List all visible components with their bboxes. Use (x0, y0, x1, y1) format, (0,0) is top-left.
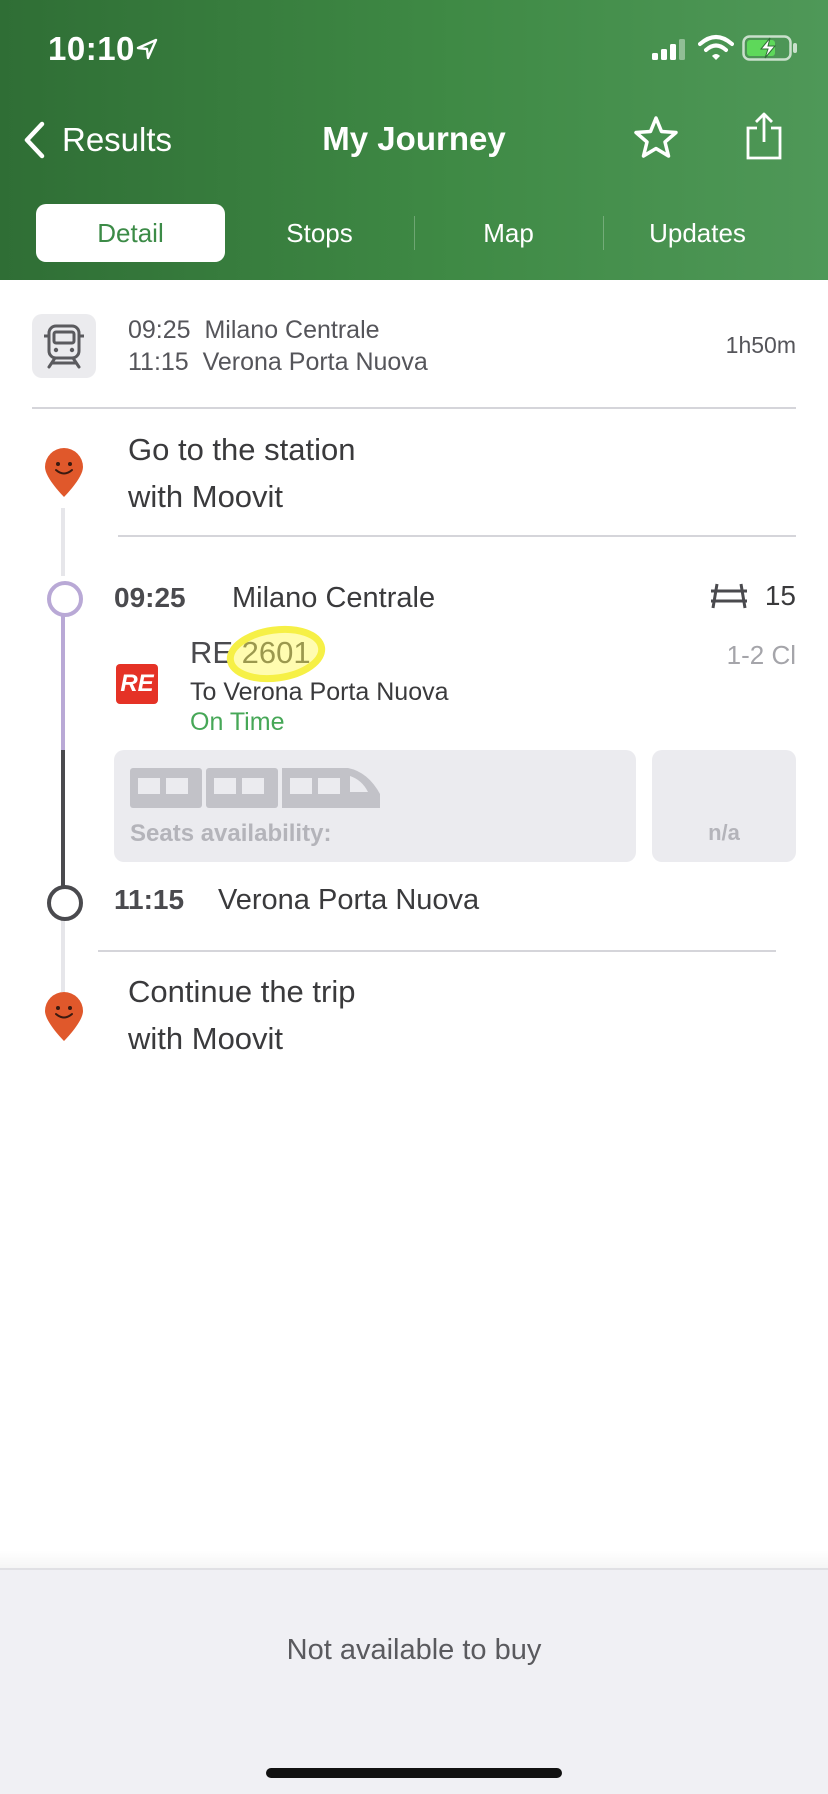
divider (32, 407, 796, 409)
tab-detail-label: Detail (97, 217, 164, 248)
departure-stop-marker (47, 581, 83, 617)
nav-bar: Results My Journey (0, 100, 828, 180)
platform-info: 15 (709, 580, 796, 612)
platform-number: 15 (764, 580, 796, 611)
tab-stops[interactable]: Stops (225, 204, 414, 262)
seats-availability-value: n/a (708, 820, 740, 845)
train-direction: To Verona Porta Nuova (190, 678, 449, 706)
summary-arrival: 11:15 Verona Porta Nuova (128, 348, 428, 376)
seats-value-card: n/a (652, 750, 796, 862)
summary-duration: 1h50m (725, 332, 796, 358)
page-title: My Journey (322, 120, 506, 157)
train-carriages-icon (130, 768, 380, 808)
timeline-walk-line (61, 508, 65, 576)
arrival-stop-marker (47, 885, 83, 921)
not-available-message: Not available to buy (286, 1634, 542, 1666)
share-icon[interactable] (744, 110, 784, 162)
cellular-signal-icon (652, 39, 685, 60)
purchase-panel: Not available to buy (0, 1568, 828, 1794)
step-continue-trip-line2: with Moovit (128, 1021, 284, 1056)
arrival-station-name: Verona Porta Nuova (218, 884, 480, 916)
timeline-train-line-purple (61, 610, 65, 750)
status-bar: 10:10 (0, 0, 828, 100)
wifi-icon (698, 35, 734, 60)
home-indicator[interactable] (266, 1768, 562, 1778)
timeline-walk-line (61, 916, 65, 992)
step-go-to-station[interactable]: Go to the station with Moovit (128, 426, 355, 520)
segmented-tabs: Detail Stops Map Updates (36, 204, 792, 262)
step-continue-trip-line1: Continue the trip (128, 974, 356, 1009)
tab-separator (603, 216, 604, 250)
departure-station-name: Milano Centrale (232, 582, 436, 614)
journey-summary: 09:25 Milano Centrale 11:15 Verona Porta… (0, 280, 828, 408)
location-arrow-icon (136, 38, 158, 60)
battery-charging-icon (742, 35, 797, 61)
moovit-pin-icon (45, 992, 83, 1041)
travel-class: 1-2 Cl (726, 640, 796, 670)
departure-time: 09:25 (114, 582, 186, 613)
seats-availability-card[interactable]: Seats availability: (114, 750, 636, 862)
tab-map-label: Map (483, 217, 534, 248)
timeline-train-line-dark (61, 750, 65, 886)
train-status: On Time (190, 708, 285, 736)
platform-tracks-icon (710, 583, 747, 609)
tab-stops-label: Stops (286, 217, 353, 248)
tab-detail[interactable]: Detail (36, 204, 225, 262)
summary-departure: 09:25 Milano Centrale (128, 316, 380, 344)
step-go-to-station-line1: Go to the station (128, 432, 356, 467)
tab-map[interactable]: Map (414, 204, 603, 262)
arrival-time: 11:15 (114, 884, 185, 915)
regional-express-badge: RE (116, 664, 158, 704)
divider (118, 535, 796, 537)
seats-availability-label: Seats availability: (130, 820, 332, 847)
moovit-pin-icon (45, 448, 83, 497)
step-go-to-station-line2: with Moovit (128, 479, 284, 514)
train-glyph-icon (44, 324, 84, 369)
divider (98, 950, 776, 952)
tab-updates[interactable]: Updates (603, 204, 792, 262)
bottom-panel-shadow (0, 1550, 828, 1568)
step-continue-trip[interactable]: Continue the trip with Moovit (128, 968, 355, 1062)
favorite-star-icon[interactable] (632, 114, 680, 162)
train-icon (32, 314, 96, 378)
tab-updates-label: Updates (649, 217, 746, 248)
header: 10:10 Results My Journey Detail Stops Ma… (0, 0, 828, 280)
status-time: 10:10 (48, 30, 135, 67)
tab-separator (414, 216, 415, 250)
